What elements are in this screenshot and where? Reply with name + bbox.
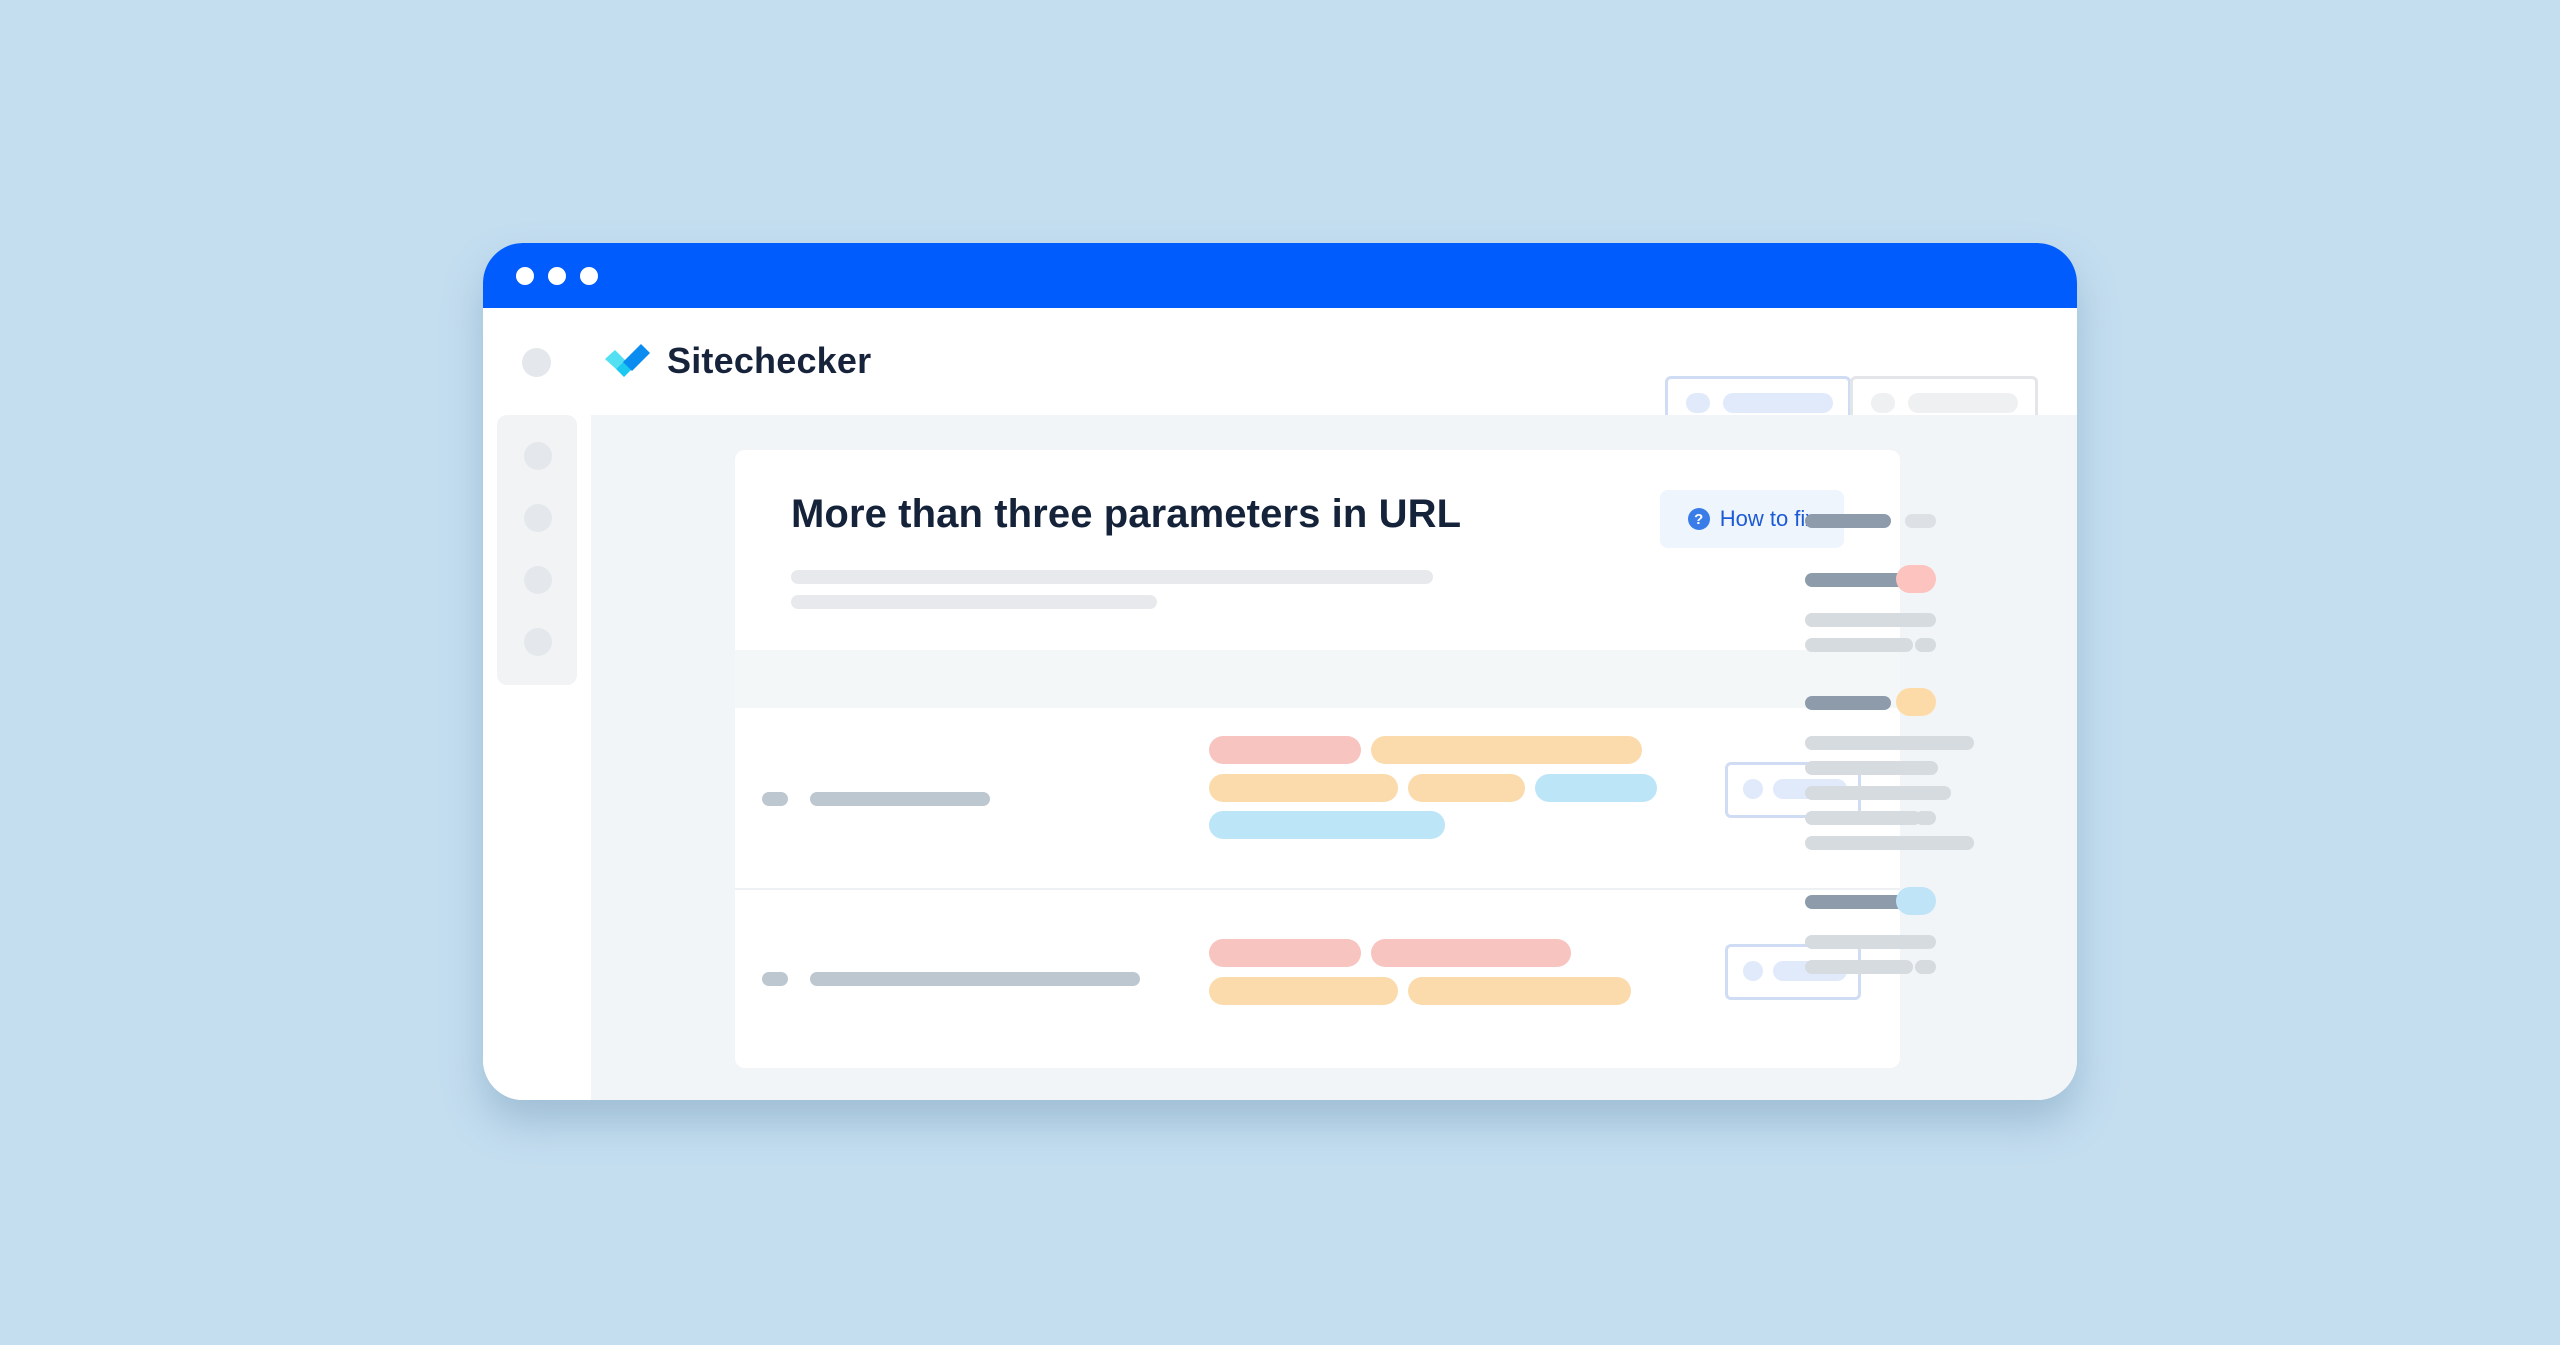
summary-count-dot (1922, 935, 1936, 949)
summary-line-placeholder (1805, 836, 1974, 850)
button-label-placeholder (1908, 393, 2018, 413)
checkmark-logo-icon (605, 344, 650, 377)
summary-count-badge (1905, 514, 1936, 528)
table-header (735, 650, 1900, 708)
window-titlebar (483, 243, 2077, 308)
tag-blue (1535, 774, 1657, 802)
summary-line-placeholder (1805, 935, 1933, 949)
warning-count-badge (1896, 688, 1936, 716)
app-header: Sitechecker (483, 308, 2077, 432)
row-url-placeholder[interactable] (810, 972, 1140, 986)
button-icon (1743, 779, 1763, 799)
tag-orange (1408, 977, 1631, 1005)
summary-count-dot (1918, 786, 1936, 800)
summary-count-dot (1915, 960, 1936, 974)
button-icon (1686, 393, 1710, 413)
summary-line-placeholder (1805, 960, 1913, 974)
summary-count-dot (1915, 811, 1936, 825)
main-content: More than three parameters in URL ? How … (591, 415, 2077, 1100)
error-count-badge (1896, 565, 1936, 593)
summary-heading-placeholder (1805, 895, 1907, 909)
tag-red (1209, 939, 1361, 967)
tag-orange (1209, 774, 1398, 802)
tag-orange (1371, 736, 1642, 764)
summary-heading-placeholder (1805, 696, 1891, 710)
description-line-placeholder (791, 570, 1433, 584)
left-sidebar (497, 415, 577, 685)
browser-window: Sitechecker More than three parameters i… (483, 243, 2077, 1100)
menu-toggle-icon[interactable] (522, 348, 551, 377)
issue-card: More than three parameters in URL ? How … (735, 450, 1900, 1068)
question-circle-icon: ? (1687, 508, 1710, 530)
tag-orange (1408, 774, 1525, 802)
app-body: More than three parameters in URL ? How … (483, 415, 2077, 1100)
summary-heading-placeholder (1805, 514, 1891, 528)
nav-item-icon[interactable] (524, 566, 552, 594)
summary-heading-placeholder (1805, 573, 1907, 587)
nav-item-icon[interactable] (524, 628, 552, 656)
tag-orange (1209, 977, 1398, 1005)
row-url-placeholder[interactable] (810, 792, 990, 806)
button-icon (1871, 393, 1895, 413)
button-icon (1743, 961, 1763, 981)
summary-count-dot (1915, 736, 1936, 750)
summary-count-dot (1922, 613, 1936, 627)
tag-blue (1209, 811, 1445, 839)
summary-count-dot (1922, 836, 1936, 850)
how-to-fix-label: How to fix (1719, 506, 1817, 531)
window-dot-3[interactable] (580, 267, 598, 285)
row-checkbox[interactable] (762, 792, 788, 806)
summary-line-placeholder (1805, 638, 1913, 652)
summary-line-placeholder (1805, 761, 1938, 775)
notice-count-badge (1896, 887, 1936, 915)
window-dot-2[interactable] (548, 267, 566, 285)
description-line-placeholder (791, 595, 1157, 609)
summary-count-dot (1922, 761, 1936, 775)
tag-red (1209, 736, 1361, 764)
brand-logo[interactable]: Sitechecker (603, 338, 871, 384)
summary-line-placeholder (1805, 736, 1974, 750)
summary-count-dot (1915, 638, 1936, 652)
tag-red (1371, 939, 1571, 967)
summary-line-placeholder (1805, 811, 1921, 825)
row-divider (735, 888, 1900, 890)
summary-line-placeholder (1805, 613, 1933, 627)
button-label-placeholder (1723, 393, 1833, 413)
nav-item-icon[interactable] (524, 442, 552, 470)
issue-title: More than three parameters in URL (791, 492, 1462, 536)
nav-item-icon[interactable] (524, 504, 552, 532)
brand-name: Sitechecker (667, 340, 872, 381)
window-dot-1[interactable] (516, 267, 534, 285)
row-checkbox[interactable] (762, 972, 788, 986)
